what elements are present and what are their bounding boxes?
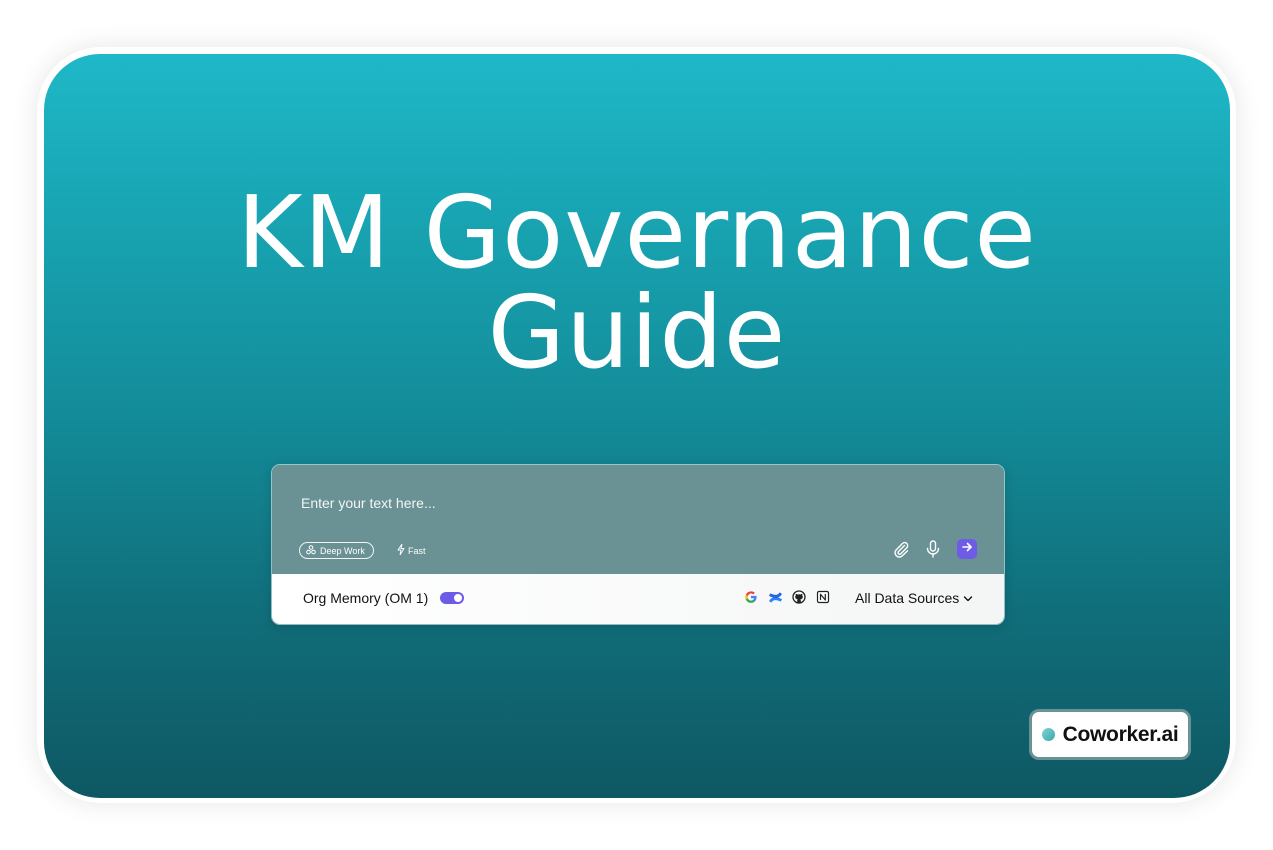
chevron-down-icon (963, 590, 973, 606)
microphone-icon[interactable] (923, 539, 943, 559)
hero-card: KM Governance Guide Deep Work (44, 54, 1230, 798)
data-sources-dropdown[interactable]: All Data Sources (855, 590, 973, 606)
send-button[interactable] (957, 539, 977, 559)
org-memory-label: Org Memory (OM 1) (303, 590, 429, 606)
org-memory-toggle[interactable] (440, 592, 464, 604)
prompt-input[interactable] (299, 491, 863, 515)
github-icon (791, 589, 807, 605)
brand-logo-icon (1041, 728, 1055, 741)
google-icon (743, 589, 759, 605)
page-title: KM Governance Guide (44, 183, 1230, 383)
brand-badge: Coworker.ai (1029, 709, 1191, 760)
toggle-knob (454, 594, 462, 602)
title-line-1: KM Governance (237, 174, 1037, 291)
deep-work-icon (306, 544, 316, 557)
fast-mode-button[interactable]: Fast (397, 542, 426, 559)
data-sources-label: All Data Sources (855, 590, 960, 606)
lightning-icon (397, 543, 405, 557)
prompt-footer: Org Memory (OM 1) All Data Sources (272, 574, 1004, 624)
prompt-box: Deep Work Fast (271, 464, 1005, 625)
confluence-icon (767, 589, 783, 605)
paperclip-icon[interactable] (891, 539, 911, 559)
arrow-right-icon (961, 540, 973, 558)
deep-work-label: Deep Work (320, 545, 365, 556)
fast-label: Fast (408, 545, 426, 556)
title-line-2: Guide (487, 274, 787, 391)
notion-icon (815, 589, 831, 605)
deep-work-mode-button[interactable]: Deep Work (299, 542, 374, 559)
brand-name: Coworker.ai (1062, 722, 1179, 746)
prompt-input-area: Deep Work Fast (272, 465, 1004, 574)
